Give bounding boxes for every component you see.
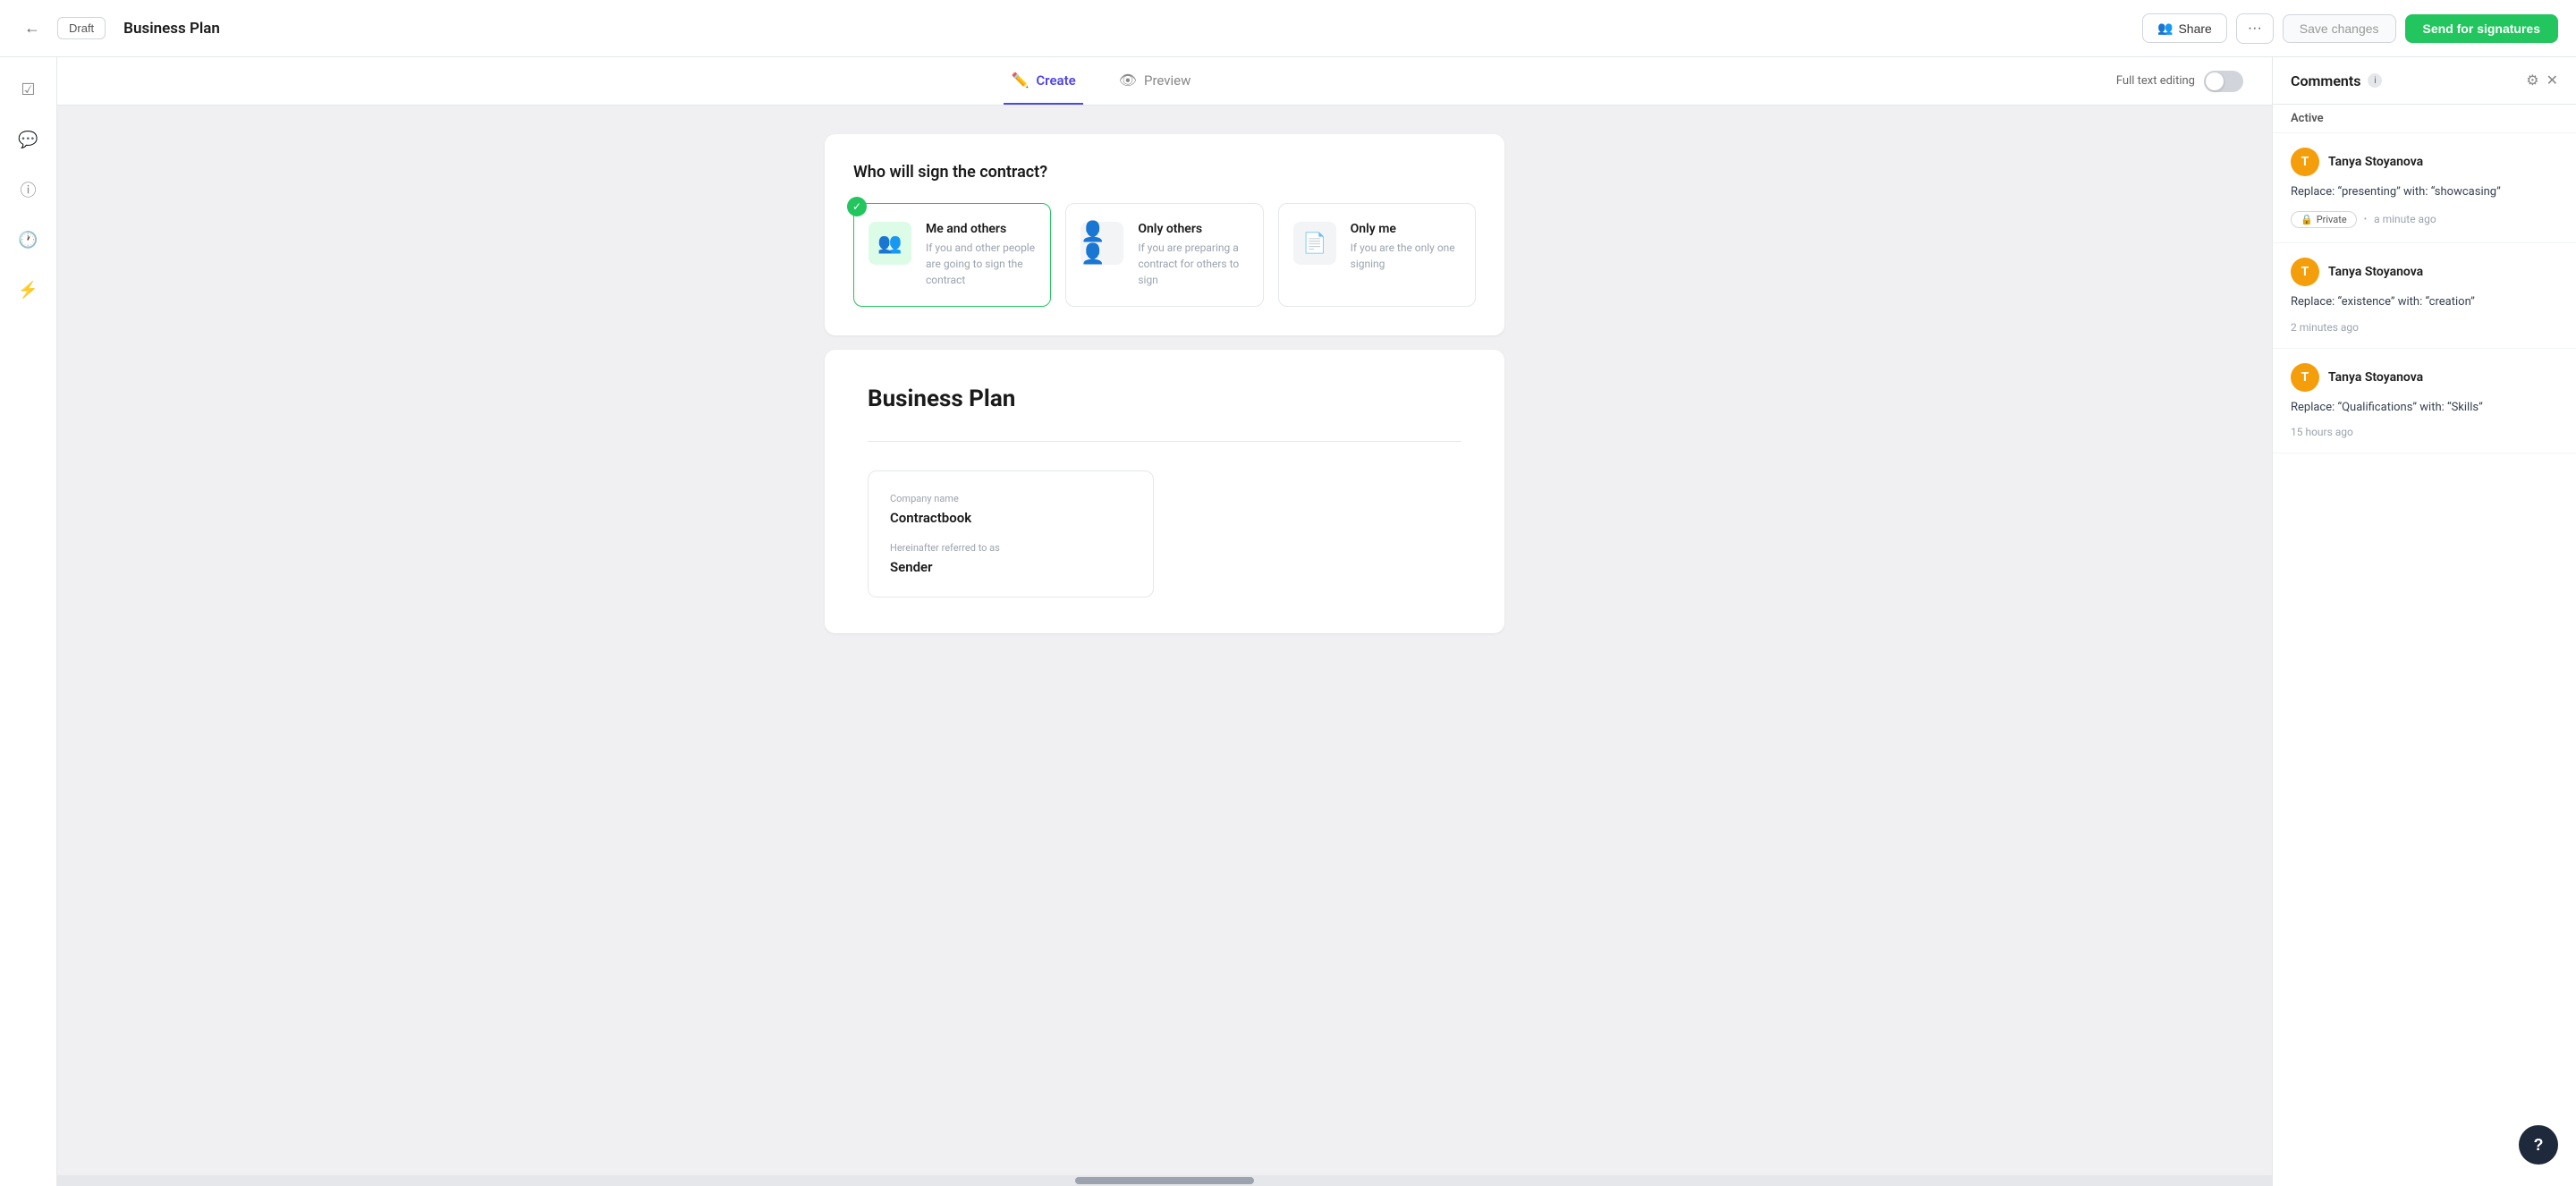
comment-text-2: Replace: “existence” with: “creation”	[2291, 293, 2558, 312]
comment-item-1: T Tanya Stoyanova Replace: “presenting” …	[2273, 133, 2576, 243]
author-name-3: Tanya Stoyanova	[2328, 370, 2423, 385]
app-header: ← Draft Business Plan 👥 Share ··· Save c…	[0, 0, 2576, 57]
company-form-card: Company name Contractbook Hereinafter re…	[868, 470, 1154, 597]
header-right: 👥 Share ··· Save changes Send for signat…	[2142, 13, 2558, 44]
signer-section-title: Who will sign the contract?	[853, 163, 1476, 182]
me-and-others-desc: If you and other people are going to sig…	[926, 240, 1036, 288]
author-name-1: Tanya Stoyanova	[2328, 155, 2423, 169]
create-tab-label: Create	[1036, 72, 1075, 89]
time-3: 15 hours ago	[2291, 426, 2353, 438]
time-2: 2 minutes ago	[2291, 321, 2359, 334]
draft-badge[interactable]: Draft	[57, 17, 106, 39]
horizontal-scrollbar[interactable]	[57, 1175, 2272, 1186]
only-me-desc: If you are the only one signing	[1351, 240, 1461, 272]
signer-options: ✓ 👥 Me and others If you and other peopl…	[853, 203, 1476, 307]
only-me-label: Only me	[1351, 222, 1461, 236]
main-wrapper: ☑ 💬 ⓘ 🕐 ⚡ ✏️ Create 👁 Preview Full text …	[0, 57, 2576, 1186]
tab-create[interactable]: ✏️ Create	[1004, 57, 1082, 105]
comment-meta-1: 🔒 Private • a minute ago	[2291, 211, 2558, 228]
signer-option-only-me[interactable]: 📄 Only me If you are the only one signin…	[1278, 203, 1476, 307]
active-label: Active	[2273, 105, 2576, 133]
avatar-1: T	[2291, 148, 2319, 176]
header-left: ← Draft Business Plan	[18, 14, 220, 43]
avatar-3: T	[2291, 363, 2319, 392]
tabs-inner: ✏️ Create 👁 Preview	[86, 57, 2116, 105]
me-and-others-icon: 👥	[869, 222, 911, 265]
company-name-value: Contractbook	[890, 510, 1131, 526]
signer-section: Who will sign the contract? ✓ 👥 Me and o…	[825, 134, 1504, 335]
only-others-icon: 👤👤	[1080, 222, 1123, 265]
send-signatures-button[interactable]: Send for signatures	[2405, 14, 2558, 43]
comments-title: Comments	[2291, 72, 2360, 89]
comment-item-2: T Tanya Stoyanova Replace: “existence” w…	[2273, 243, 2576, 349]
private-label-1: Private	[2317, 214, 2347, 225]
sidebar-history-icon[interactable]: 🕐	[11, 222, 47, 258]
tab-preview[interactable]: 👁 Preview	[1112, 57, 1199, 105]
comment-author-1: T Tanya Stoyanova	[2291, 148, 2558, 176]
more-options-button[interactable]: ···	[2236, 13, 2274, 44]
share-button[interactable]: 👥 Share	[2142, 13, 2227, 43]
eye-icon: 👁	[1119, 72, 1137, 89]
comments-actions: ⚙ ✕	[2526, 72, 2558, 89]
referred-as-label: Hereinafter referred to as	[890, 542, 1131, 554]
dot-1: •	[2364, 215, 2367, 224]
comment-author-3: T Tanya Stoyanova	[2291, 363, 2558, 392]
comments-close-button[interactable]: ✕	[2546, 72, 2558, 89]
comment-item-3: T Tanya Stoyanova Replace: “Qualificatio…	[2273, 349, 2576, 454]
tabs-bar: ✏️ Create 👁 Preview Full text editing	[57, 57, 2272, 106]
only-others-desc: If you are preparing a contract for othe…	[1138, 240, 1248, 288]
only-others-label: Only others	[1138, 222, 1248, 236]
comment-meta-2: 2 minutes ago	[2291, 321, 2558, 334]
back-button[interactable]: ←	[18, 14, 47, 43]
save-changes-button[interactable]: Save changes	[2283, 14, 2396, 43]
comments-header: Comments i ⚙ ✕	[2273, 57, 2576, 105]
company-name-label: Company name	[890, 493, 1131, 504]
comments-info-icon[interactable]: i	[2368, 73, 2382, 88]
only-me-text: Only me If you are the only one signing	[1351, 222, 1461, 272]
left-sidebar: ☑ 💬 ⓘ 🕐 ⚡	[0, 57, 57, 1186]
share-people-icon: 👥	[2157, 21, 2173, 36]
comment-text-1: Replace: “presenting” with: “showcasing”	[2291, 183, 2558, 202]
signer-option-me-and-others[interactable]: ✓ 👥 Me and others If you and other peopl…	[853, 203, 1051, 307]
toggle-knob	[2206, 72, 2224, 90]
sidebar-bolt-icon[interactable]: ⚡	[11, 272, 47, 308]
signer-option-only-others[interactable]: 👤👤 Only others If you are preparing a co…	[1065, 203, 1263, 307]
document-wrapper: Who will sign the contract? ✓ 👥 Me and o…	[825, 106, 1504, 705]
preview-tab-label: Preview	[1144, 72, 1191, 89]
pencil-icon: ✏️	[1011, 72, 1029, 89]
document-section: Business Plan Company name Contractbook …	[825, 350, 1504, 633]
me-and-others-label: Me and others	[926, 222, 1036, 236]
comments-filter-button[interactable]: ⚙	[2526, 72, 2538, 89]
only-me-icon: 📄	[1293, 222, 1336, 265]
sidebar-chat-icon[interactable]: 💬	[11, 122, 47, 157]
help-button[interactable]: ?	[2519, 1125, 2558, 1165]
selected-check-badge: ✓	[847, 197, 867, 216]
section-separator	[868, 441, 1462, 442]
only-others-text: Only others If you are preparing a contr…	[1138, 222, 1248, 288]
comment-author-2: T Tanya Stoyanova	[2291, 258, 2558, 286]
me-and-others-text: Me and others If you and other people ar…	[926, 222, 1036, 288]
scrollbar-thumb[interactable]	[1075, 1177, 1254, 1184]
comment-meta-3: 15 hours ago	[2291, 426, 2558, 438]
time-1: a minute ago	[2374, 213, 2436, 225]
content-area: ✏️ Create 👁 Preview Full text editing Wh…	[57, 57, 2272, 1186]
referred-as-value: Sender	[890, 559, 1131, 575]
lock-icon-1: 🔒	[2301, 214, 2313, 225]
author-name-2: Tanya Stoyanova	[2328, 265, 2423, 279]
comments-panel: Comments i ⚙ ✕ Active T Tanya Stoyanova …	[2272, 57, 2576, 1186]
full-text-toggle-switch[interactable]	[2204, 71, 2243, 92]
private-badge-1[interactable]: 🔒 Private	[2291, 211, 2357, 228]
share-label: Share	[2178, 21, 2211, 36]
document-title-h1: Business Plan	[868, 385, 1462, 412]
sidebar-check-icon[interactable]: ☑	[11, 72, 47, 107]
full-text-toggle-container: Full text editing	[2116, 71, 2243, 92]
full-text-label: Full text editing	[2116, 74, 2195, 88]
comment-text-3: Replace: “Qualifications” with: “Skills”	[2291, 399, 2558, 418]
document-title: Business Plan	[123, 20, 220, 38]
avatar-2: T	[2291, 258, 2319, 286]
sidebar-info-icon[interactable]: ⓘ	[11, 172, 47, 208]
